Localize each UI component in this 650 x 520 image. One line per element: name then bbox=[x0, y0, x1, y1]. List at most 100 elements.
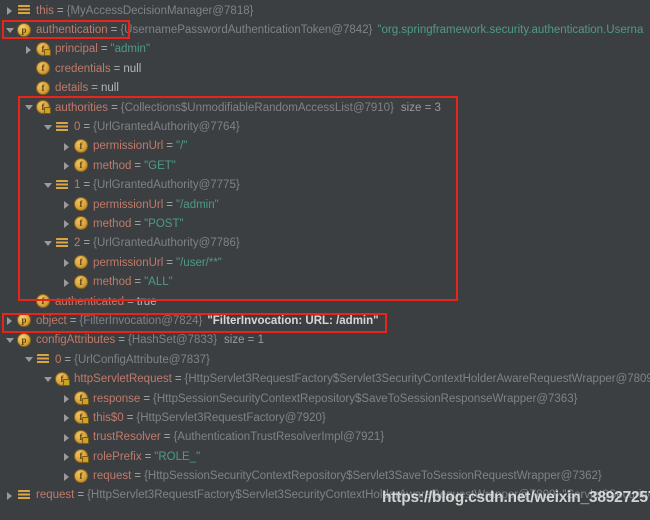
variable-row[interactable]: f authenticated = true bbox=[0, 292, 650, 311]
param-icon: p bbox=[17, 22, 32, 38]
variable-value: "admin" bbox=[110, 43, 151, 56]
variable-row[interactable]: f this$0 = {HttpServlet3RequestFactory@7920… bbox=[0, 408, 650, 427]
variable-name: trustResolver bbox=[93, 431, 161, 444]
variable-reference: {HttpSessionSecurityContextRepository$Sa… bbox=[153, 392, 578, 405]
equals-sign: = bbox=[69, 314, 77, 327]
equals-sign: = bbox=[166, 256, 174, 269]
field-icon: f bbox=[74, 216, 89, 231]
chevron-down-icon[interactable] bbox=[23, 350, 36, 369]
variable-value: true bbox=[136, 295, 157, 308]
variable-row[interactable]: f credentials = null bbox=[0, 59, 650, 78]
chevron-right-icon[interactable] bbox=[61, 156, 74, 175]
variable-row[interactable]: f rolePrefix = "ROLE_" bbox=[0, 447, 650, 466]
variable-name: authenticated bbox=[55, 295, 125, 308]
variable-row[interactable]: f principal = "admin" bbox=[0, 40, 650, 59]
equals-sign: = bbox=[91, 82, 98, 95]
variable-name: this bbox=[36, 4, 54, 17]
variable-value: "GET" bbox=[144, 159, 176, 172]
variable-name: permissionUrl bbox=[93, 198, 164, 211]
variable-row[interactable]: p object = {FilterInvocation@7824} "FilterIn… bbox=[0, 311, 650, 330]
variable-reference: {UrlGrantedAuthority@7786} bbox=[93, 237, 240, 250]
field-final-icon: f bbox=[74, 410, 89, 425]
chevron-right-icon[interactable] bbox=[61, 253, 74, 272]
chevron-down-icon[interactable] bbox=[42, 234, 55, 253]
variable-row[interactable]: f method = "ALL" bbox=[0, 272, 650, 291]
field-final-icon: f bbox=[74, 391, 89, 406]
equals-sign: = bbox=[83, 179, 91, 192]
variable-row[interactable]: f permissionUrl = "/admin" bbox=[0, 195, 650, 214]
variable-name: authentication bbox=[36, 24, 108, 37]
chevron-right-icon[interactable] bbox=[61, 408, 74, 427]
variable-reference: {UrlGrantedAuthority@7764} bbox=[93, 121, 240, 134]
variable-name: response bbox=[93, 392, 141, 405]
list-icon bbox=[17, 3, 32, 18]
variable-row[interactable]: f permissionUrl = "/user/**" bbox=[0, 253, 650, 272]
chevron-down-icon[interactable] bbox=[23, 98, 36, 117]
chevron-down-icon[interactable] bbox=[42, 370, 55, 389]
field-icon: f bbox=[74, 158, 89, 173]
chevron-right-icon[interactable] bbox=[4, 311, 17, 330]
chevron-right-icon[interactable] bbox=[61, 273, 74, 292]
variable-name: 2 bbox=[74, 237, 81, 250]
variable-row[interactable]: f trustResolver = {AuthenticationTrustResol… bbox=[0, 428, 650, 447]
variable-row[interactable]: f httpServletRequest = {HttpServlet3Request… bbox=[0, 369, 650, 388]
variable-row[interactable]: f authorities = {Collections$UnmodifiableRa… bbox=[0, 98, 650, 117]
chevron-right-icon[interactable] bbox=[61, 467, 74, 486]
field-icon: f bbox=[74, 197, 89, 212]
variable-name: authorities bbox=[55, 101, 109, 114]
chevron-right-icon[interactable] bbox=[23, 40, 36, 59]
variable-name: 0 bbox=[74, 121, 81, 134]
variable-value: "/admin" bbox=[176, 198, 219, 211]
variable-row[interactable]: this = {MyAccessDecisionManager@7818} bbox=[0, 1, 650, 20]
variable-row[interactable]: f method = "GET" bbox=[0, 156, 650, 175]
variable-row[interactable]: 0 = {UrlConfigAttribute@7837} bbox=[0, 350, 650, 369]
chevron-right-icon[interactable] bbox=[61, 447, 74, 466]
equals-sign: = bbox=[111, 101, 118, 114]
variable-row[interactable]: f response = {HttpSessionSecurityContextRep… bbox=[0, 389, 650, 408]
variable-row[interactable]: p authentication = {UsernamePasswordAuthent… bbox=[0, 20, 650, 39]
param-icon: p bbox=[17, 332, 32, 348]
collection-size: size = 3 bbox=[400, 101, 441, 114]
variable-row[interactable]: 1 = {UrlGrantedAuthority@7775} bbox=[0, 176, 650, 195]
chevron-down-icon[interactable] bbox=[42, 118, 55, 137]
chevron-down-icon[interactable] bbox=[4, 331, 17, 350]
field-icon: f bbox=[74, 255, 89, 270]
equals-sign: = bbox=[64, 353, 72, 366]
variable-row[interactable]: f method = "POST" bbox=[0, 214, 650, 233]
variable-name: method bbox=[93, 276, 132, 289]
variable-name: credentials bbox=[55, 62, 111, 75]
equals-sign: = bbox=[144, 450, 152, 463]
variables-tree[interactable]: this = {MyAccessDecisionManager@7818} p auth… bbox=[0, 0, 650, 505]
variable-name: configAttributes bbox=[36, 334, 116, 347]
chevron-right-icon[interactable] bbox=[61, 137, 74, 156]
variable-name: permissionUrl bbox=[93, 140, 164, 153]
chevron-right-icon[interactable] bbox=[4, 1, 17, 20]
chevron-right-icon[interactable] bbox=[61, 389, 74, 408]
variable-reference: {HttpSessionSecurityContextRepository$Se… bbox=[144, 470, 602, 483]
variable-reference: {HashSet@7833} bbox=[127, 334, 218, 347]
variable-row[interactable]: f request = {HttpSessionSecurityContextRepo… bbox=[0, 466, 650, 485]
variable-row[interactable]: f permissionUrl = "/" bbox=[0, 137, 650, 156]
chevron-right-icon[interactable] bbox=[61, 428, 74, 447]
list-icon bbox=[55, 120, 70, 135]
variable-name: 1 bbox=[74, 179, 81, 192]
equals-sign: = bbox=[127, 295, 134, 308]
chevron-down-icon[interactable] bbox=[42, 176, 55, 195]
variable-reference: {UrlGrantedAuthority@7775} bbox=[93, 179, 240, 192]
variable-row[interactable]: 0 = {UrlGrantedAuthority@7764} bbox=[0, 117, 650, 136]
chevron-right-icon[interactable] bbox=[4, 486, 17, 505]
chevron-right-icon[interactable] bbox=[61, 214, 74, 233]
chevron-down-icon[interactable] bbox=[4, 21, 17, 40]
variable-row[interactable]: 2 = {UrlGrantedAuthority@7786} bbox=[0, 234, 650, 253]
field-final-icon: f bbox=[74, 449, 89, 464]
equals-sign: = bbox=[110, 24, 118, 37]
variable-value: "FilterInvocation: URL: /admin" bbox=[207, 314, 379, 327]
variable-row[interactable]: p configAttributes = {HashSet@7833} size = 1 bbox=[0, 331, 650, 350]
variable-reference: {UsernamePasswordAuthenticationToken@784… bbox=[120, 24, 373, 37]
equals-sign: = bbox=[166, 140, 174, 153]
chevron-right-icon[interactable] bbox=[61, 195, 74, 214]
field-icon: f bbox=[36, 61, 51, 76]
variable-row[interactable]: f details = null bbox=[0, 79, 650, 98]
